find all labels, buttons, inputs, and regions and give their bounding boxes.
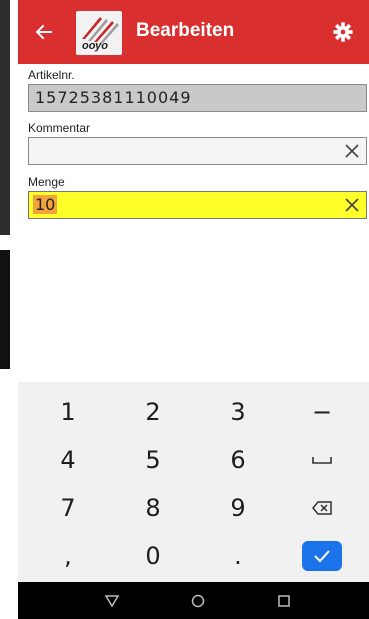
comment-label: Kommentar <box>28 121 91 135</box>
nav-home-button[interactable] <box>187 590 209 612</box>
page-title: Bearbeiten <box>136 20 235 41</box>
key-5[interactable]: 5 <box>113 438 193 482</box>
key-4[interactable]: 4 <box>28 438 108 482</box>
key-0[interactable]: 0 <box>113 534 193 578</box>
enter-key[interactable] <box>282 534 362 578</box>
clear-quantity-icon[interactable] <box>342 195 362 215</box>
nav-recents-button[interactable] <box>273 590 295 612</box>
key-8[interactable]: 8 <box>113 486 193 530</box>
key-7[interactable]: 7 <box>28 486 108 530</box>
key-6[interactable]: 6 <box>198 438 278 482</box>
gear-icon <box>333 22 353 42</box>
article-number-field: 15725381110049 <box>28 84 367 112</box>
logo-text: ооуо <box>82 40 109 52</box>
numeric-keyboard: 1 2 3 − 4 5 6 7 8 9 , 0 . <box>18 382 369 582</box>
circle-home-icon <box>191 594 205 608</box>
article-label: Artikelnr. <box>28 68 75 82</box>
system-navigation-bar <box>18 582 369 619</box>
space-key[interactable] <box>282 438 362 482</box>
comment-input[interactable] <box>28 137 367 165</box>
background-window-edge <box>0 0 10 235</box>
quantity-label: Menge <box>28 175 65 189</box>
key-1[interactable]: 1 <box>28 390 108 434</box>
nav-back-button[interactable] <box>101 590 123 612</box>
triangle-back-icon <box>104 595 120 608</box>
key-9[interactable]: 9 <box>198 486 278 530</box>
key-minus[interactable]: − <box>282 390 362 434</box>
key-3[interactable]: 3 <box>198 390 278 434</box>
checkmark-icon <box>314 550 330 563</box>
square-recents-icon <box>278 595 290 607</box>
key-2[interactable]: 2 <box>113 390 193 434</box>
article-number-value: 15725381110049 <box>35 88 192 107</box>
space-icon <box>312 457 332 464</box>
back-arrow-icon <box>35 24 52 40</box>
app-screen: ооуо Bearbeiten Artikelnr. 1572538111004… <box>18 0 369 619</box>
backspace-icon <box>312 501 332 515</box>
settings-button[interactable] <box>329 18 357 46</box>
quantity-value: 10 <box>33 195 58 214</box>
quantity-input[interactable]: 10 <box>28 191 367 219</box>
key-comma[interactable]: , <box>28 534 108 578</box>
background-window-gap <box>0 235 10 250</box>
app-bar: ооуо Bearbeiten <box>18 0 369 64</box>
back-button[interactable] <box>30 18 58 46</box>
company-logo: ооуо <box>76 11 122 55</box>
clear-comment-icon[interactable] <box>342 141 362 161</box>
key-period[interactable]: . <box>198 534 278 578</box>
background-window-edge-lower <box>0 250 10 369</box>
backspace-key[interactable] <box>282 486 362 530</box>
